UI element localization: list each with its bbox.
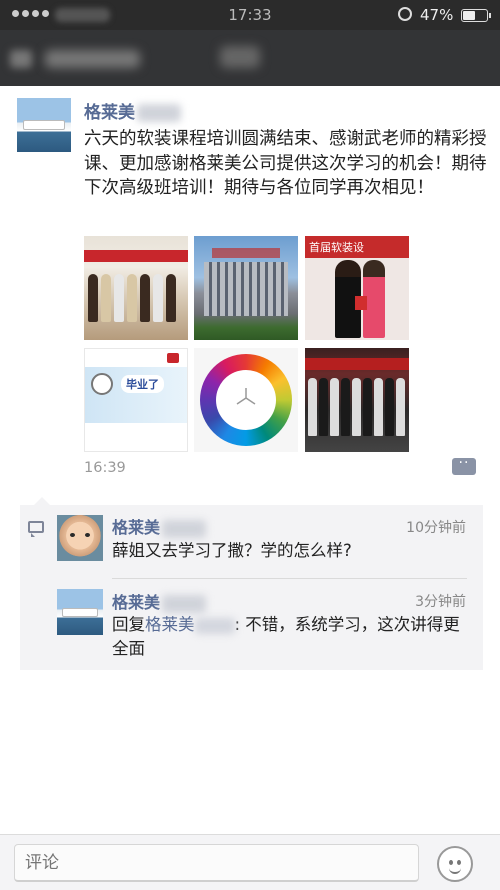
poster-name[interactable]: 格莱美 [84, 98, 181, 123]
people [88, 274, 176, 322]
post-text: 六天的软装课程培训圆满结束、感谢武老师的精彩授课、更加感谢格莱美公司提供这次学习… [84, 129, 487, 198]
ship-image [62, 608, 98, 617]
banner [84, 250, 188, 262]
comment-bubble-icon [28, 521, 44, 537]
battery-percent: 47% [420, 6, 454, 24]
comment-author[interactable]: 格莱美 [112, 593, 160, 612]
comment-input[interactable] [14, 844, 419, 882]
banner [305, 358, 409, 370]
back-label-blur[interactable] [45, 50, 140, 68]
name-blur [194, 617, 235, 634]
comment-input-bar [0, 834, 500, 890]
comment-text[interactable]: 薛姐又去学习了撒？学的怎么样? [112, 539, 462, 563]
comment-time: 3分钟前 [415, 594, 466, 610]
tripod-icon [236, 388, 256, 405]
reply-to-name[interactable]: 格莱美 [145, 615, 195, 634]
battery-fill [463, 11, 475, 20]
commenter-name[interactable]: 格莱美 [112, 589, 207, 613]
logo-icon [167, 353, 179, 363]
photo-building[interactable] [194, 236, 298, 340]
back-icon[interactable] [10, 50, 32, 68]
comment-text[interactable]: 回复格莱美: 不错，系统学习，这次讲得更全面 [112, 613, 467, 661]
event-banner: 首届软装设 [305, 236, 409, 258]
nav-title-blur [220, 46, 260, 68]
status-bar: 17:33 47% [0, 0, 500, 30]
reply-prefix: 回复 [112, 615, 145, 634]
photo-certificate[interactable]: 首届软装设 [305, 236, 409, 340]
commenter-name[interactable]: 格莱美 [112, 514, 207, 538]
poster-name-text[interactable]: 格莱美 [84, 103, 135, 123]
graduation-cap-icon [91, 373, 113, 395]
name-blur [162, 594, 207, 613]
commenter-avatar[interactable] [57, 589, 103, 635]
photo-group-2[interactable] [305, 348, 409, 452]
building [204, 262, 288, 316]
name-blur [137, 104, 181, 122]
graduation-text: 毕业了 [121, 375, 164, 393]
comment-more-icon[interactable]: ·· [452, 456, 476, 475]
poster-avatar[interactable] [17, 98, 71, 152]
commenter-avatar[interactable] [57, 515, 103, 561]
people [308, 378, 405, 436]
nav-bar [0, 30, 500, 86]
comment-author[interactable]: 格莱美 [112, 518, 160, 537]
certificate [355, 296, 367, 310]
ship-image [23, 120, 65, 130]
face [70, 533, 90, 537]
photo-graduation-slide[interactable]: 毕业了 [84, 348, 188, 452]
comment-time: 10分钟前 [406, 520, 466, 536]
photo-group-1[interactable] [84, 236, 188, 340]
name-blur [162, 519, 207, 538]
battery-icon [461, 9, 491, 22]
alarm-icon [398, 7, 412, 21]
post-time: 16:39 [84, 460, 126, 476]
emoji-smile-icon[interactable] [437, 846, 473, 882]
building-sign [212, 248, 280, 258]
photo-color-wheel[interactable] [194, 348, 298, 452]
comment-divider [112, 578, 467, 579]
